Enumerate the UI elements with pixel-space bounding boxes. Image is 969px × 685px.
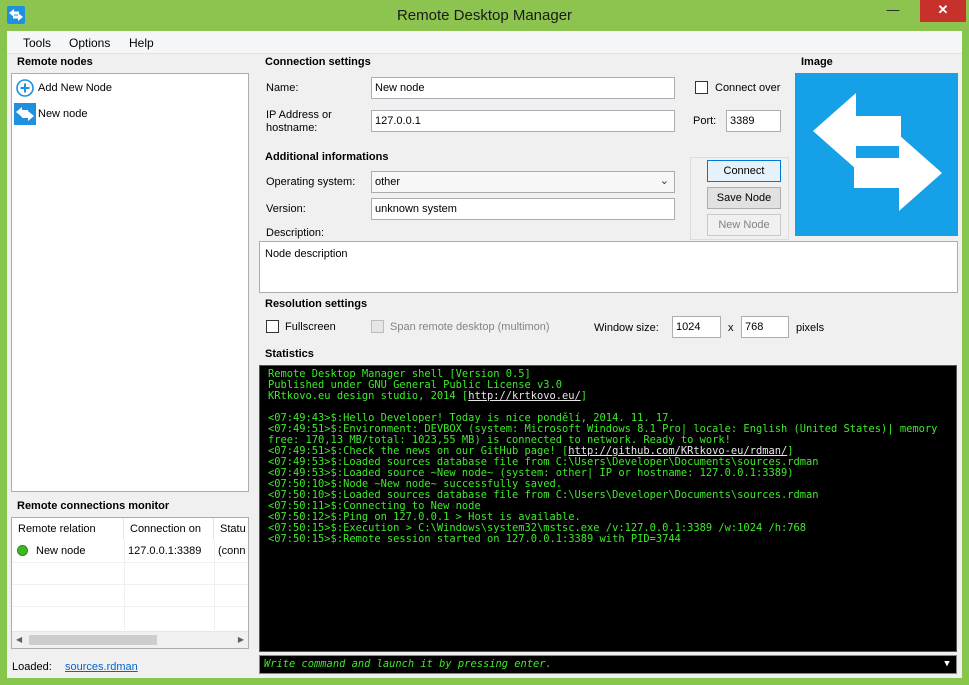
- connect-over-label: Connect over: [715, 82, 781, 94]
- port-label: Port:: [693, 115, 717, 127]
- scroll-thumb[interactable]: [29, 635, 157, 645]
- tree-item-new-node[interactable]: New node: [14, 103, 244, 125]
- remote-nodes-title: Remote nodes: [17, 56, 93, 68]
- horizontal-scrollbar[interactable]: ◀ ▶: [12, 631, 248, 648]
- statistics-title: Statistics: [265, 348, 314, 360]
- ip-label-line1: IP Address or: [266, 109, 332, 121]
- size-x-label: x: [728, 322, 734, 334]
- save-node-button[interactable]: Save Node: [707, 187, 781, 209]
- os-label: Operating system:: [266, 176, 356, 188]
- remote-desktop-arrows-icon: [813, 93, 942, 211]
- os-select[interactable]: other ⌄: [371, 171, 675, 193]
- console-line: KRtkovo.eu design studio, 2014 [http://k…: [268, 391, 948, 402]
- statistics-console[interactable]: Remote Desktop Manager shell [Version 0.…: [259, 365, 957, 652]
- row-divider: [12, 584, 248, 585]
- node-image: [795, 73, 958, 236]
- menu-bar: Tools Options Help: [7, 31, 962, 54]
- window-title: Remote Desktop Manager: [396, 7, 573, 24]
- name-field[interactable]: New node: [371, 77, 675, 99]
- row-status: (conn: [218, 545, 246, 557]
- menu-options[interactable]: Options: [69, 36, 110, 50]
- console-line: <07:50:15>$:Remote session started on 12…: [268, 533, 681, 545]
- description-field[interactable]: Node description: [259, 241, 958, 293]
- resolution-settings-title: Resolution settings: [265, 298, 368, 310]
- title-bar[interactable]: Remote Desktop Manager — ✕: [0, 0, 969, 31]
- window-height-field[interactable]: 768: [741, 316, 789, 338]
- minimize-button[interactable]: —: [880, 0, 906, 22]
- tree-item-add-new-node[interactable]: Add New Node: [14, 77, 244, 99]
- new-node-button[interactable]: New Node: [707, 214, 781, 236]
- window-size-label: Window size:: [594, 322, 659, 334]
- close-button[interactable]: ✕: [920, 0, 966, 22]
- span-multimon-checkbox[interactable]: [371, 320, 384, 333]
- ip-label-line2: hostname:: [266, 122, 318, 134]
- console-line: <07:49:51>$:Environment: DEVBOX (system:…: [268, 423, 944, 446]
- loaded-label: Loaded:: [12, 661, 52, 673]
- column-status[interactable]: Statu: [214, 518, 250, 540]
- window-width-field[interactable]: 1024: [672, 316, 721, 338]
- column-connection-on[interactable]: Connection on: [124, 518, 214, 540]
- span-multimon-label: Span remote desktop (multimon): [390, 321, 550, 333]
- command-input[interactable]: Write command and launch it by pressing …: [259, 655, 957, 674]
- fullscreen-checkbox[interactable]: [266, 320, 279, 333]
- connect-over-checkbox[interactable]: [695, 81, 708, 94]
- chevron-down-icon: ⌄: [659, 175, 669, 187]
- monitor-title: Remote connections monitor: [17, 500, 170, 512]
- app-window: Remote Desktop Manager — ✕ Tools Options…: [0, 0, 969, 685]
- command-placeholder: Write command and launch it by pressing …: [264, 658, 552, 670]
- description-label: Description:: [266, 227, 325, 239]
- tree-item-label: New node: [38, 108, 88, 120]
- pixels-label: pixels: [796, 322, 825, 334]
- add-node-icon: [14, 77, 36, 99]
- scroll-left-icon[interactable]: ◀: [16, 635, 22, 644]
- column-remote-relation[interactable]: Remote relation: [12, 518, 124, 540]
- row-divider: [12, 562, 248, 563]
- os-select-value: other: [375, 176, 401, 188]
- image-title: Image: [801, 56, 833, 68]
- tree-item-label: Add New Node: [38, 82, 112, 94]
- studio-link[interactable]: http://krtkovo.eu/: [468, 390, 581, 402]
- menu-tools[interactable]: Tools: [23, 36, 51, 50]
- name-label: Name:: [266, 82, 299, 94]
- status-dot-icon: [17, 545, 28, 556]
- row-name: New node: [36, 545, 86, 557]
- chevron-down-icon[interactable]: ▼: [940, 657, 954, 671]
- port-field[interactable]: 3389: [726, 110, 781, 132]
- ip-field[interactable]: 127.0.0.1: [371, 110, 675, 132]
- menu-help[interactable]: Help: [129, 36, 154, 50]
- row-divider: [12, 606, 248, 607]
- remote-desktop-icon: [14, 103, 36, 125]
- row-connection: 127.0.0.1:3389: [128, 545, 202, 557]
- connections-list[interactable]: Remote relation Connection on Statu New …: [11, 517, 249, 649]
- console-text: ]: [580, 390, 588, 402]
- fullscreen-label: Fullscreen: [285, 321, 336, 333]
- scroll-right-icon[interactable]: ▶: [238, 635, 244, 644]
- console-text: KRtkovo.eu design studio, 2014 [: [268, 390, 469, 402]
- version-field[interactable]: unknown system: [371, 198, 675, 220]
- column-divider: [124, 540, 125, 630]
- loaded-file-link[interactable]: sources.rdman: [65, 661, 138, 673]
- version-label: Version:: [266, 203, 306, 215]
- connection-settings-title: Connection settings: [265, 56, 371, 68]
- table-row[interactable]: New node 127.0.0.1:3389 (conn: [12, 540, 248, 562]
- column-divider: [214, 540, 215, 630]
- main-client-area: Tools Options Help Remote nodes Add New …: [7, 31, 962, 678]
- remote-nodes-tree[interactable]: Add New Node New node: [11, 73, 249, 492]
- connect-button[interactable]: Connect: [707, 160, 781, 182]
- additional-info-title: Additional informations: [265, 151, 389, 163]
